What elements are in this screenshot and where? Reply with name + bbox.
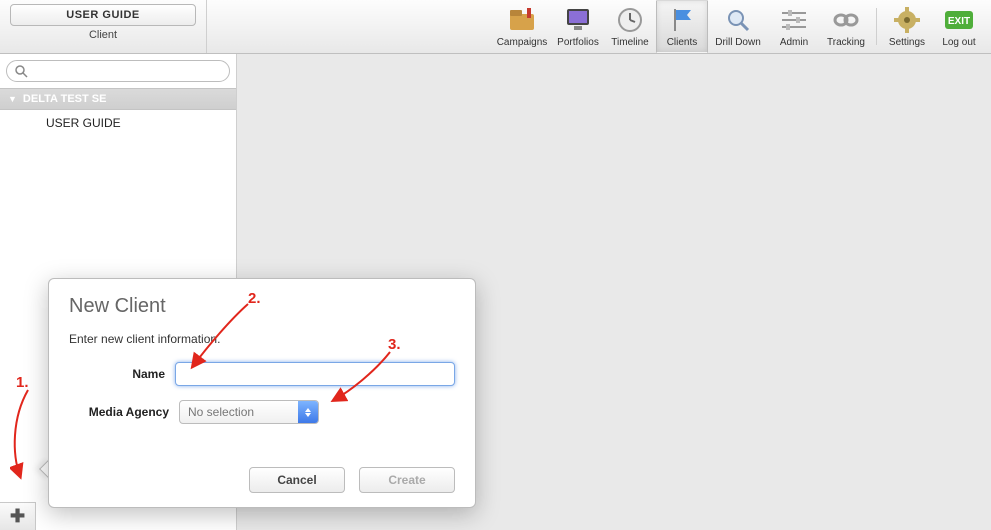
cancel-button[interactable]: Cancel (249, 467, 345, 493)
search-input[interactable] (6, 60, 230, 82)
topbar-right: Campaigns Portfolios Timeline Clients Dr (492, 0, 991, 53)
svg-text:EXIT: EXIT (948, 16, 970, 27)
nav-label: Admin (780, 37, 808, 48)
sidebar-group-header[interactable]: ▼ DELTA TEST SE (0, 88, 236, 110)
nav-tracking[interactable]: Tracking (820, 0, 872, 53)
folder-icon (507, 5, 537, 35)
gear-icon (892, 5, 922, 35)
nav-drilldown[interactable]: Drill Down (708, 0, 768, 53)
nav-campaigns[interactable]: Campaigns (492, 0, 552, 53)
nav-label: Log out (942, 37, 975, 48)
link-icon (831, 5, 861, 35)
toolbar-separator (876, 8, 877, 45)
flag-icon (667, 5, 697, 35)
create-button[interactable]: Create (359, 467, 455, 493)
select-stepper-icon (298, 401, 318, 423)
dialog-title: New Client (69, 295, 455, 318)
user-guide-button[interactable]: USER GUIDE (10, 4, 196, 26)
topbar-left: USER GUIDE Client (0, 0, 207, 53)
sliders-icon (779, 5, 809, 35)
media-agency-select[interactable]: No selection (179, 400, 319, 424)
client-name-input[interactable] (175, 362, 455, 386)
nav-logout[interactable]: EXIT Log out (933, 0, 985, 53)
chevron-down-icon: ▼ (8, 94, 17, 104)
nav-label: Clients (667, 37, 698, 48)
topbar: USER GUIDE Client Campaigns Portfolios T… (0, 0, 991, 54)
client-subtitle: Client (89, 29, 117, 41)
add-button[interactable]: ✚ (0, 502, 36, 530)
annotation-2-label: 2. (248, 290, 261, 307)
monitor-icon (563, 5, 593, 35)
group-label: DELTA TEST SE (23, 93, 107, 105)
annotation-3-label: 3. (388, 336, 401, 353)
nav-label: Drill Down (715, 37, 761, 48)
nav-clients[interactable]: Clients (656, 0, 708, 53)
agency-label: Media Agency (69, 405, 179, 419)
nav-timeline[interactable]: Timeline (604, 0, 656, 53)
magnifier-icon (723, 5, 753, 35)
nav-portfolios[interactable]: Portfolios (552, 0, 604, 53)
nav-label: Tracking (827, 37, 865, 48)
name-label: Name (69, 367, 175, 381)
select-value: No selection (180, 405, 298, 419)
clock-icon (615, 5, 645, 35)
nav-settings[interactable]: Settings (881, 0, 933, 53)
sidebar-tree-item[interactable]: USER GUIDE (0, 110, 236, 136)
nav-label: Campaigns (497, 37, 548, 48)
nav-label: Timeline (611, 37, 648, 48)
nav-admin[interactable]: Admin (768, 0, 820, 53)
new-client-dialog: New Client Enter new client information.… (48, 278, 476, 508)
nav-label: Portfolios (557, 37, 599, 48)
exit-icon: EXIT (944, 5, 974, 35)
nav-label: Settings (889, 37, 925, 48)
annotation-1-label: 1. (16, 374, 29, 391)
